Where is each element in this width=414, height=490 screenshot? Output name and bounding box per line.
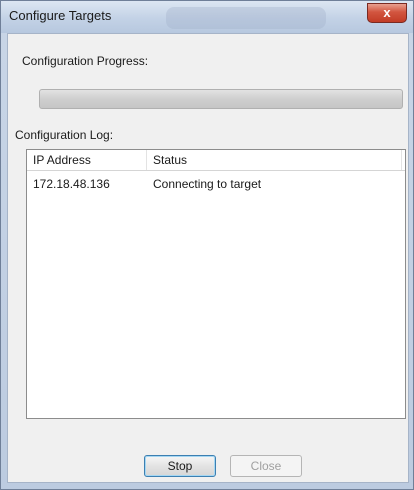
- stop-button[interactable]: Stop: [144, 455, 216, 477]
- close-button[interactable]: Close: [230, 455, 302, 477]
- row-status: Connecting to target: [153, 177, 262, 191]
- window-title: Configure Targets: [9, 8, 112, 23]
- configuration-log-list[interactable]: IP Address Status 172.18.48.136 Connecti…: [26, 149, 406, 419]
- title-bar-blur: [166, 7, 326, 29]
- title-bar[interactable]: Configure Targets x: [1, 1, 413, 33]
- row-ip-address: 172.18.48.136: [33, 177, 110, 191]
- list-header: IP Address Status: [27, 150, 405, 171]
- table-row[interactable]: 172.18.48.136 Connecting to target: [27, 174, 405, 194]
- close-window-button[interactable]: x: [367, 3, 407, 23]
- configuration-log-label: Configuration Log:: [15, 128, 114, 142]
- column-header-ip-address[interactable]: IP Address: [27, 150, 147, 170]
- column-header-status[interactable]: Status: [147, 150, 402, 170]
- configure-targets-dialog: Configure Targets x Configuration Progre…: [0, 0, 414, 490]
- dialog-client-area: Configuration Progress: Configuration Lo…: [7, 33, 409, 483]
- close-icon: x: [383, 5, 391, 20]
- configuration-progress-label: Configuration Progress:: [22, 54, 149, 68]
- configuration-progress-bar: [39, 89, 403, 109]
